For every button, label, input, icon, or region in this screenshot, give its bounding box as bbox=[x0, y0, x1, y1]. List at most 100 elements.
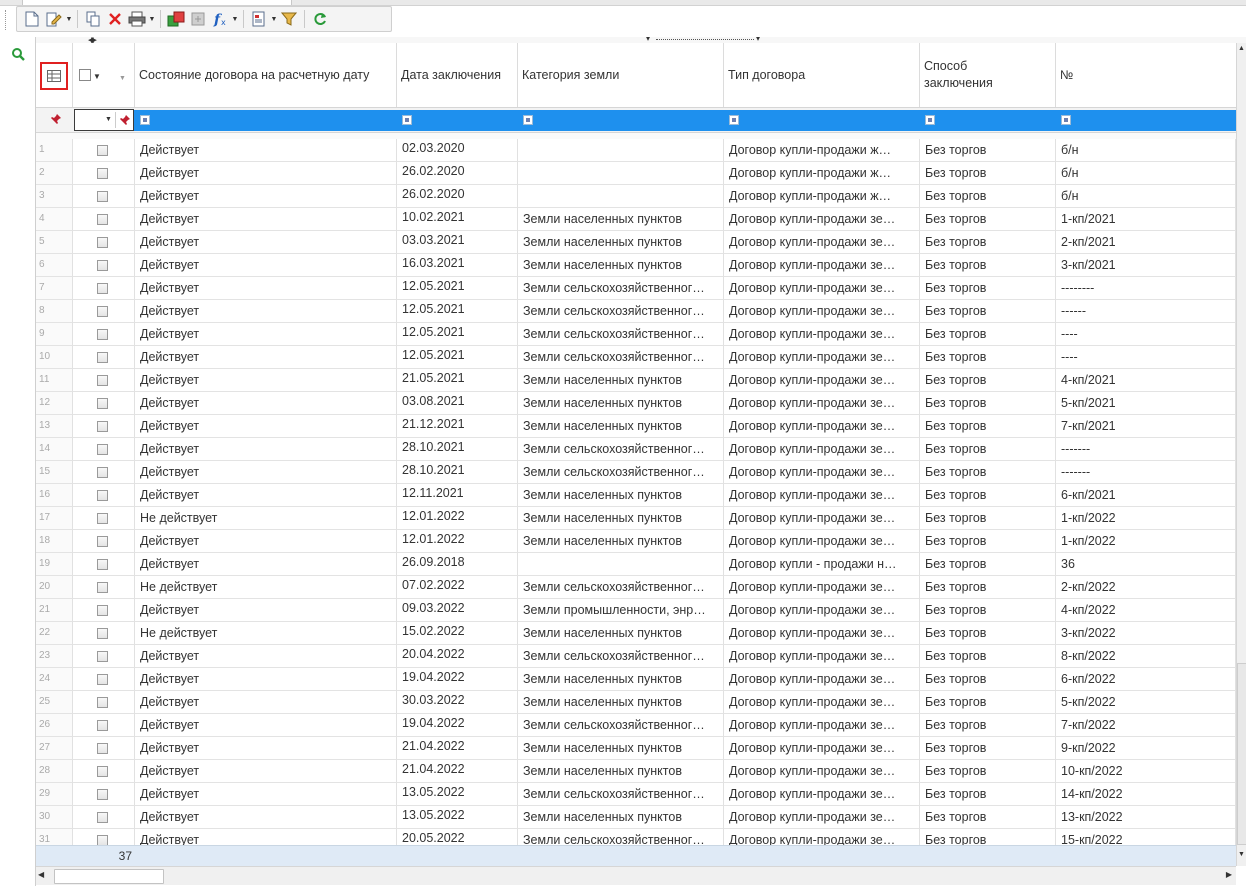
import-icon[interactable] bbox=[188, 9, 208, 29]
cell-state[interactable]: Действует bbox=[135, 737, 397, 760]
cell-method[interactable]: Без торгов bbox=[920, 461, 1056, 484]
cell-method[interactable]: Без торгов bbox=[920, 438, 1056, 461]
cell-method[interactable]: Без торгов bbox=[920, 185, 1056, 208]
cell-method[interactable]: Без торгов bbox=[920, 415, 1056, 438]
table-row[interactable]: 19 Действует 26.09.2018 Договор купли - про… bbox=[36, 553, 1236, 576]
cell-state[interactable]: Действует bbox=[135, 760, 397, 783]
cell-type[interactable]: Договор купли-продажи зе… bbox=[724, 829, 920, 845]
cell-date[interactable]: 21.12.2021 bbox=[397, 415, 518, 438]
cell-date[interactable]: 07.02.2022 bbox=[397, 576, 518, 599]
cell-method[interactable]: Без торгов bbox=[920, 553, 1056, 576]
cell-method[interactable]: Без торгов bbox=[920, 139, 1056, 162]
row-checkbox[interactable] bbox=[97, 398, 108, 409]
table-row[interactable]: 27 Действует 21.04.2022 Земли населенных пу… bbox=[36, 737, 1236, 760]
table-row[interactable]: 23 Действует 20.04.2022 Земли сельскохозяйс… bbox=[36, 645, 1236, 668]
cell-date[interactable]: 26.09.2018 bbox=[397, 553, 518, 576]
row-checkbox[interactable] bbox=[97, 467, 108, 478]
cell-type[interactable]: Договор купли-продажи зе… bbox=[724, 392, 920, 415]
cell-state[interactable]: Действует bbox=[135, 392, 397, 415]
cell-number[interactable]: 2-кп/2022 bbox=[1056, 576, 1236, 599]
cell-category[interactable]: Земли сельскохозяйственног… bbox=[518, 300, 724, 323]
filter-number-icon[interactable] bbox=[1061, 115, 1071, 125]
cell-method[interactable]: Без торгов bbox=[920, 346, 1056, 369]
table-row[interactable]: 22 Не действует 15.02.2022 Земли населенных… bbox=[36, 622, 1236, 645]
cell-date[interactable]: 13.05.2022 bbox=[397, 806, 518, 829]
cell-number[interactable]: 15-кп/2022 bbox=[1056, 829, 1236, 845]
cell-type[interactable]: Договор купли-продажи зе… bbox=[724, 599, 920, 622]
filter-bar[interactable] bbox=[134, 110, 1236, 131]
header-number[interactable]: № bbox=[1056, 43, 1236, 107]
table-row[interactable]: 29 Действует 13.05.2022 Земли сельскохозяйс… bbox=[36, 783, 1236, 806]
scroll-up-icon[interactable]: ▲ bbox=[1238, 45, 1245, 52]
cell-type[interactable]: Договор купли-продажи зе… bbox=[724, 645, 920, 668]
cell-state[interactable]: Действует bbox=[135, 254, 397, 277]
cell-type[interactable]: Договор купли-продажи зе… bbox=[724, 691, 920, 714]
cell-state[interactable]: Действует bbox=[135, 829, 397, 845]
cell-number[interactable]: 3-кп/2021 bbox=[1056, 254, 1236, 277]
cell-method[interactable]: Без торгов bbox=[920, 714, 1056, 737]
formula-icon[interactable]: fx bbox=[210, 9, 230, 29]
new-document-icon[interactable] bbox=[22, 9, 42, 29]
cell-state[interactable]: Действует bbox=[135, 231, 397, 254]
cell-state[interactable]: Действует bbox=[135, 162, 397, 185]
cell-method[interactable]: Без торгов bbox=[920, 622, 1056, 645]
filter-icon[interactable] bbox=[279, 9, 299, 29]
table-row[interactable]: 1 Действует 02.03.2020 Договор купли-продаж… bbox=[36, 139, 1236, 162]
cell-state[interactable]: Действует bbox=[135, 553, 397, 576]
row-checkbox[interactable] bbox=[97, 306, 108, 317]
cell-state[interactable]: Действует bbox=[135, 461, 397, 484]
pin-icon[interactable] bbox=[50, 113, 62, 128]
refresh-icon[interactable] bbox=[310, 9, 330, 29]
cell-category[interactable]: Земли сельскохозяйственног… bbox=[518, 323, 724, 346]
active-tab[interactable] bbox=[22, 0, 292, 5]
row-checkbox[interactable] bbox=[97, 605, 108, 616]
cell-date[interactable]: 10.02.2021 bbox=[397, 208, 518, 231]
pin-icon[interactable] bbox=[119, 114, 131, 129]
cell-number[interactable]: 7-кп/2022 bbox=[1056, 714, 1236, 737]
scroll-right-icon[interactable]: ▶ bbox=[1226, 870, 1232, 879]
header-date[interactable]: Дата заключения bbox=[397, 43, 518, 107]
select-dropdown-icon[interactable]: ▼ bbox=[93, 68, 101, 85]
table-row[interactable]: 20 Не действует 07.02.2022 Земли сельскохоз… bbox=[36, 576, 1236, 599]
cell-date[interactable]: 28.10.2021 bbox=[397, 438, 518, 461]
cell-type[interactable]: Договор купли-продажи зе… bbox=[724, 783, 920, 806]
cell-number[interactable]: 4-кп/2021 bbox=[1056, 369, 1236, 392]
row-checkbox[interactable] bbox=[97, 237, 108, 248]
row-checkbox[interactable] bbox=[97, 421, 108, 432]
cell-state[interactable]: Действует bbox=[135, 346, 397, 369]
cell-date[interactable]: 26.02.2020 bbox=[397, 162, 518, 185]
vertical-scrollbar[interactable]: ▲ ▼ bbox=[1236, 43, 1246, 866]
table-row[interactable]: 6 Действует 16.03.2021 Земли населенных пун… bbox=[36, 254, 1236, 277]
cell-category[interactable]: Земли населенных пунктов bbox=[518, 668, 724, 691]
cell-date[interactable]: 19.04.2022 bbox=[397, 668, 518, 691]
horizontal-scroll-thumb[interactable] bbox=[54, 869, 164, 884]
table-row[interactable]: 4 Действует 10.02.2021 Земли населенных пун… bbox=[36, 208, 1236, 231]
row-checkbox[interactable] bbox=[97, 743, 108, 754]
cell-date[interactable]: 21.04.2022 bbox=[397, 737, 518, 760]
cell-method[interactable]: Без торгов bbox=[920, 668, 1056, 691]
table-row[interactable]: 21 Действует 09.03.2022 Земли промышленност… bbox=[36, 599, 1236, 622]
cell-state[interactable]: Действует bbox=[135, 691, 397, 714]
edit-dropdown-icon[interactable]: ▼ bbox=[65, 9, 73, 29]
cell-method[interactable]: Без торгов bbox=[920, 231, 1056, 254]
cell-method[interactable]: Без торгов bbox=[920, 254, 1056, 277]
row-checkbox[interactable] bbox=[97, 352, 108, 363]
cell-type[interactable]: Договор купли-продажи зе… bbox=[724, 323, 920, 346]
cell-category[interactable]: Земли населенных пунктов bbox=[518, 760, 724, 783]
cell-state[interactable]: Действует bbox=[135, 668, 397, 691]
table-row[interactable]: 8 Действует 12.05.2021 Земли сельскохозяйст… bbox=[36, 300, 1236, 323]
export-icon[interactable] bbox=[166, 9, 186, 29]
cell-category[interactable]: Земли сельскохозяйственног… bbox=[518, 277, 724, 300]
row-checkbox[interactable] bbox=[97, 812, 108, 823]
cell-method[interactable]: Без торгов bbox=[920, 737, 1056, 760]
header-method[interactable]: Способ заключения bbox=[920, 43, 1056, 107]
table-row[interactable]: 24 Действует 19.04.2022 Земли населенных пу… bbox=[36, 668, 1236, 691]
table-row[interactable]: 17 Не действует 12.01.2022 Земли населенных… bbox=[36, 507, 1236, 530]
cell-number[interactable]: 9-кп/2022 bbox=[1056, 737, 1236, 760]
row-checkbox[interactable] bbox=[97, 582, 108, 593]
cell-number[interactable]: 5-кп/2022 bbox=[1056, 691, 1236, 714]
cell-method[interactable]: Без торгов bbox=[920, 507, 1056, 530]
table-row[interactable]: 16 Действует 12.11.2021 Земли населенных пу… bbox=[36, 484, 1236, 507]
cell-type[interactable]: Договор купли-продажи зе… bbox=[724, 622, 920, 645]
sort-dropdown-icon[interactable]: ▼ bbox=[119, 70, 126, 87]
